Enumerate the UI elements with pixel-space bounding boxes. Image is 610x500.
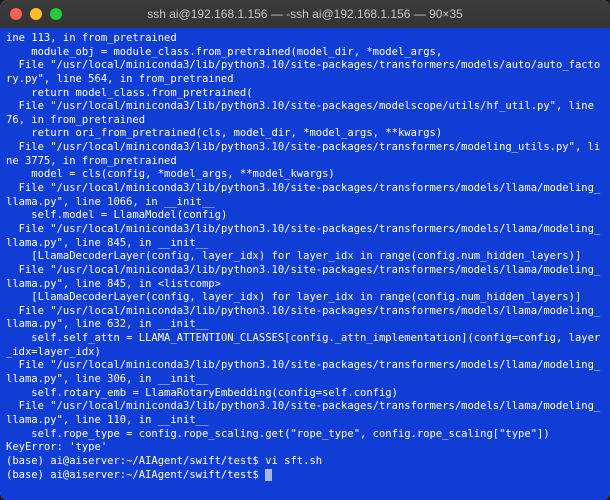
terminal-window: ssh ai@192.168.1.156 — -ssh ai@192.168.1… bbox=[0, 0, 610, 500]
error-line: KeyError: 'type' bbox=[6, 441, 107, 453]
traceback-line: module_obj = module_class.from_pretraine… bbox=[6, 46, 442, 58]
window-title: ssh ai@192.168.1.156 — -ssh ai@192.168.1… bbox=[147, 7, 463, 21]
traceback-line: File "/usr/local/miniconda3/lib/python3.… bbox=[6, 359, 600, 385]
traceback-line: ine 113, in from_pretrained bbox=[6, 32, 177, 44]
close-icon[interactable] bbox=[10, 8, 22, 20]
traceback-line: return model_class.from_pretrained( bbox=[6, 87, 253, 99]
traffic-lights bbox=[10, 8, 62, 20]
traceback-line: [LlamaDecoderLayer(config, layer_idx) fo… bbox=[6, 291, 581, 303]
shell-command: vi sft.sh bbox=[265, 455, 322, 467]
shell-prompt: (base) ai@aiserver:~/AIAgent/swift/test$ bbox=[6, 455, 265, 467]
traceback-line: File "/usr/local/miniconda3/lib/python3.… bbox=[6, 305, 600, 331]
cursor-icon bbox=[265, 469, 272, 481]
traceback-line: self.self_attn = LLAMA_ATTENTION_CLASSES… bbox=[6, 332, 600, 358]
terminal-output[interactable]: ine 113, in from_pretrained module_obj =… bbox=[0, 28, 610, 500]
traceback-line: File "/usr/local/miniconda3/lib/python3.… bbox=[6, 141, 600, 167]
traceback-line: self.model = LlamaModel(config) bbox=[6, 209, 227, 221]
traceback-line: return ori_from_pretrained(cls, model_di… bbox=[6, 127, 442, 139]
traceback-line: File "/usr/local/miniconda3/lib/python3.… bbox=[6, 400, 600, 426]
traceback-line: File "/usr/local/miniconda3/lib/python3.… bbox=[6, 264, 600, 290]
traceback-line: self.rope_type = config.rope_scaling.get… bbox=[6, 428, 550, 440]
traceback-line: File "/usr/local/miniconda3/lib/python3.… bbox=[6, 223, 600, 249]
traceback-line: model = cls(config, *model_args, **model… bbox=[6, 168, 335, 180]
traceback-line: File "/usr/local/miniconda3/lib/python3.… bbox=[6, 59, 600, 85]
traceback-line: File "/usr/local/miniconda3/lib/python3.… bbox=[6, 100, 600, 126]
traceback-line: self.rotary_emb = LlamaRotaryEmbedding(c… bbox=[6, 387, 398, 399]
maximize-icon[interactable] bbox=[50, 8, 62, 20]
traceback-line: [LlamaDecoderLayer(config, layer_idx) fo… bbox=[6, 250, 581, 262]
traceback-line: File "/usr/local/miniconda3/lib/python3.… bbox=[6, 182, 600, 208]
shell-prompt: (base) ai@aiserver:~/AIAgent/swift/test$ bbox=[6, 469, 265, 481]
titlebar[interactable]: ssh ai@192.168.1.156 — -ssh ai@192.168.1… bbox=[0, 0, 610, 28]
minimize-icon[interactable] bbox=[30, 8, 42, 20]
